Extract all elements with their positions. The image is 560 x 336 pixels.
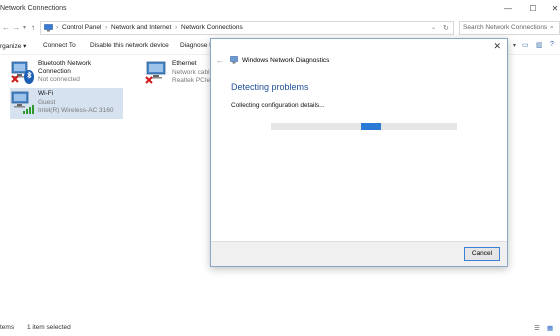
adapter-status: Not connected [38,76,80,83]
up-arrow-icon[interactable]: ↑ [31,23,35,33]
bluetooth-network-icon [11,61,34,84]
disable-device-button[interactable]: Disable this network device [90,42,169,49]
close-icon[interactable]: ✕ [493,41,501,51]
ethernet-network-icon [145,61,166,84]
details-view-icon[interactable]: ☰ [534,324,540,332]
breadcrumb-network-internet[interactable]: Network and Internet [111,24,171,31]
adapter-name: Wi-Fi [38,90,54,97]
minimize-button[interactable]: — [503,4,513,14]
search-placeholder: Search Network Connections [463,24,548,31]
progress-bar [271,123,457,130]
adapter-ethernet[interactable]: Ethernet Network cable Realtek PCIe G [144,60,212,90]
preview-pane-icon[interactable]: ▥ [536,41,543,49]
change-view-icon[interactable]: ▭ [522,41,529,49]
dialog-footer: Cancel [211,241,507,266]
address-bar[interactable]: › Control Panel › Network and Internet ›… [40,21,454,35]
breadcrumb-control-panel[interactable]: Control Panel [62,24,101,31]
cancel-button[interactable]: Cancel [464,247,500,261]
search-input[interactable]: Search Network Connections ⌕ [459,21,560,35]
help-icon[interactable]: ? [550,41,554,48]
selection-count: 1 item selected [27,324,71,331]
maximize-button[interactable]: ☐ [528,4,538,14]
explorer-titlebar: Network Connections — ☐ ✕ [0,0,560,19]
large-icons-view-icon[interactable]: ▦ [547,324,553,332]
dialog-title: Windows Network Diagnostics [242,57,330,64]
search-icon: ⌕ [550,24,554,31]
adapter-name: Bluetooth Network [38,60,92,67]
adapter-status: Guest [38,99,56,106]
adapter-bluetooth[interactable]: Bluetooth Network Connection Not connect… [10,60,120,90]
adapter-device: Intel(R) Wireless-AC 3160 [38,107,114,114]
address-dropdown-icon[interactable]: ⌄ [431,24,436,31]
adapter-name-line2: Connection [38,68,71,75]
close-window-button[interactable]: ✕ [550,4,560,14]
diagnostics-icon [230,56,238,64]
dialog-status-text: Collecting configuration details... [231,102,325,109]
window-title: Network Connections [0,5,67,12]
back-arrow-icon[interactable]: ← [216,56,224,65]
back-arrow-icon[interactable]: ← [2,23,10,33]
adapter-name: Ethernet [172,60,197,67]
adapter-device: Realtek PCIe G [172,77,212,84]
progress-indicator [361,123,381,130]
organize-menu[interactable]: rganize ▾ [0,42,26,50]
breadcrumb-chevron-icon: › [105,24,108,31]
recent-chevron-icon[interactable]: ▾ [23,23,26,33]
breadcrumb-chevron-icon: › [175,24,178,31]
connect-to-button[interactable]: Connect To [43,42,76,49]
control-panel-icon [44,24,53,32]
network-diagnostics-dialog: ✕ ← Windows Network Diagnostics Detectin… [210,38,508,267]
forward-arrow-icon[interactable]: → [12,23,20,33]
item-count: tems [0,324,15,331]
breadcrumb-chevron-icon: › [56,24,59,31]
status-bar: tems 1 item selected ☰ ▦ [0,321,560,336]
dialog-heading: Detecting problems [231,82,309,92]
wifi-network-icon [11,91,34,114]
breadcrumb-network-connections[interactable]: Network Connections [181,24,243,31]
adapter-wifi[interactable]: Wi-Fi Guest Intel(R) Wireless-AC 3160 [10,88,123,119]
view-options-chevron-icon[interactable]: ▾ [513,42,516,49]
refresh-icon[interactable]: ↻ [443,24,449,32]
adapter-status: Network cable [172,69,212,76]
